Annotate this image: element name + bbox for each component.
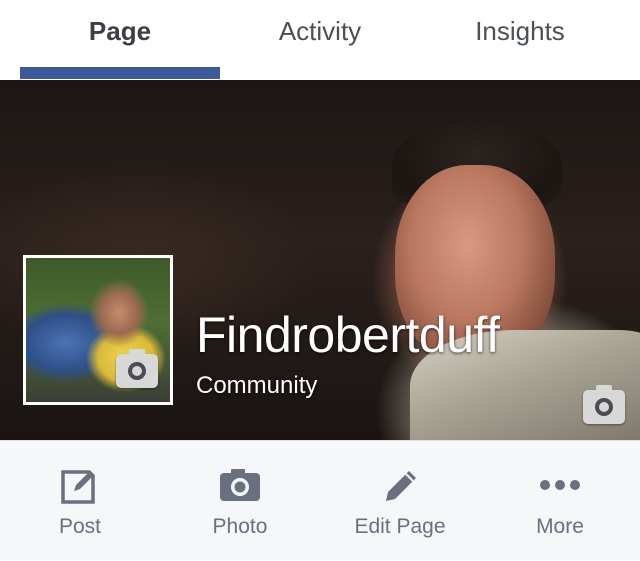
photo-button[interactable]: Photo bbox=[160, 441, 320, 561]
post-label: Post bbox=[58, 515, 102, 538]
pencil-icon bbox=[378, 465, 422, 505]
page-category: Community bbox=[196, 372, 318, 399]
edit-page-button[interactable]: Edit Page bbox=[320, 441, 480, 561]
edit-page-label: Edit Page bbox=[354, 515, 446, 538]
page-action-bar: Post Photo Edit Page More bbox=[0, 440, 640, 560]
compose-icon bbox=[58, 465, 102, 505]
cover-photo[interactable]: Findrobertduff Community bbox=[0, 80, 640, 440]
active-tab-indicator bbox=[20, 67, 220, 79]
profile-picture[interactable] bbox=[23, 255, 173, 405]
tab-insights[interactable]: Insights bbox=[420, 0, 620, 80]
more-button[interactable]: More bbox=[480, 441, 640, 561]
page-header-caption: Findrobertduff Community bbox=[196, 305, 500, 403]
camera-icon[interactable] bbox=[116, 349, 158, 388]
camera-icon[interactable] bbox=[583, 385, 625, 424]
post-button[interactable]: Post bbox=[0, 441, 160, 561]
more-dots-icon bbox=[538, 465, 582, 505]
photo-label: Photo bbox=[212, 515, 268, 538]
camera-icon bbox=[218, 465, 262, 505]
more-label: More bbox=[536, 515, 584, 538]
tab-activity[interactable]: Activity bbox=[220, 0, 420, 80]
page-name: Findrobertduff bbox=[196, 307, 500, 363]
page-tabs: Page Activity Insights bbox=[0, 0, 640, 80]
